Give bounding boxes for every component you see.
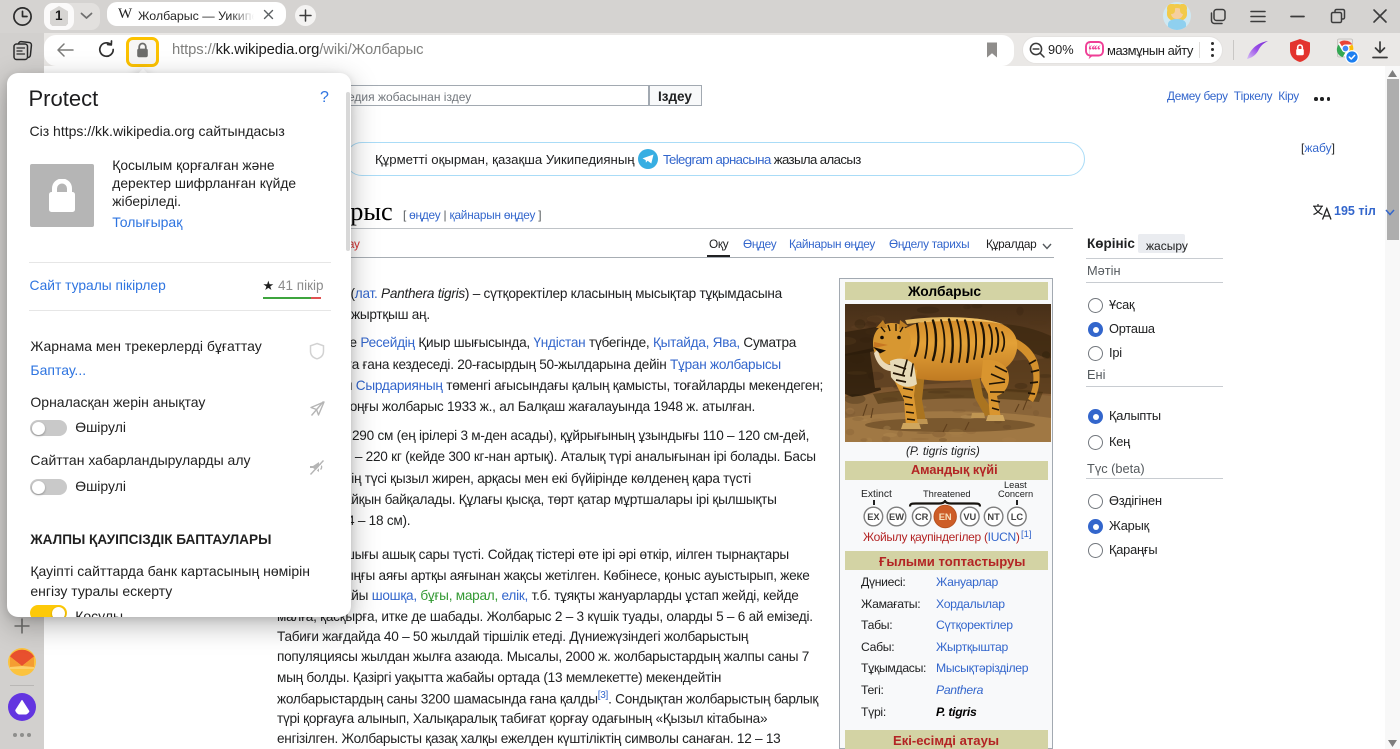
svg-text:EW: EW xyxy=(889,512,904,522)
svg-text:VU: VU xyxy=(963,512,976,522)
svg-text:“: “ xyxy=(1094,44,1101,59)
svg-text:EX: EX xyxy=(867,512,880,522)
svg-text:EN: EN xyxy=(939,512,952,522)
svg-text:CR: CR xyxy=(915,512,929,522)
svg-text:NT: NT xyxy=(987,512,1000,522)
svg-text:LC: LC xyxy=(1011,512,1024,522)
